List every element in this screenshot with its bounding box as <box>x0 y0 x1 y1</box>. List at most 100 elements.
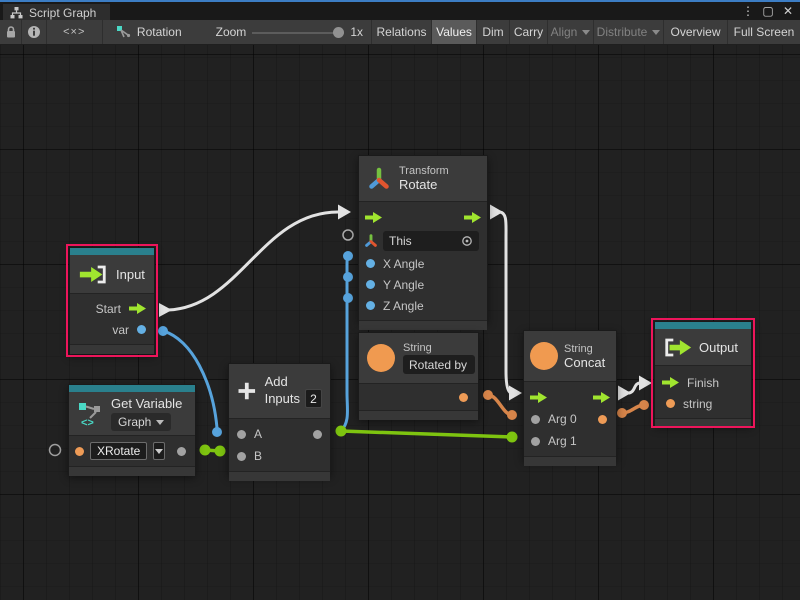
node-footer <box>70 344 154 354</box>
flow-out-port[interactable] <box>464 212 481 223</box>
unconnected-getvar-port[interactable] <box>50 445 61 456</box>
distribute-button[interactable]: Distribute <box>594 20 664 44</box>
wire-start-to-rotate[interactable] <box>159 205 351 318</box>
chevron-down-icon <box>652 30 660 35</box>
code-view-button[interactable]: <×> <box>47 20 103 44</box>
info-icon <box>27 25 41 39</box>
script-graph-window: Script Graph ⋮ ▢ ✕ <×> <box>0 0 800 600</box>
align-label: Align <box>551 25 578 39</box>
tab-title: Script Graph <box>29 6 96 20</box>
graph-canvas[interactable]: Input Start var <box>0 45 800 600</box>
value-in-port[interactable] <box>366 301 375 310</box>
input-count-badge[interactable]: 2 <box>305 389 322 408</box>
node-getvar-body: XRotate <box>69 435 195 466</box>
value-in-port[interactable] <box>366 280 375 289</box>
plus-icon <box>237 378 257 404</box>
carry-button[interactable]: Carry <box>510 20 548 44</box>
fullscreen-button[interactable]: Full Screen <box>728 20 800 44</box>
wire-add-to-angles[interactable] <box>341 251 353 431</box>
lock-button[interactable] <box>0 20 22 44</box>
titlebar: Script Graph ⋮ ▢ ✕ <box>0 0 800 20</box>
flow-in-port[interactable] <box>530 392 547 403</box>
port-label: var <box>112 323 129 337</box>
value-out-port[interactable] <box>177 447 186 456</box>
value-out-port[interactable] <box>137 325 146 334</box>
node-rotate[interactable]: Transform Rotate <box>358 155 488 322</box>
toolbar: <×> Rotation Zoom 1x Relations Values Di… <box>0 20 800 45</box>
scope-dropdown[interactable]: Graph <box>111 413 171 431</box>
value-out-port[interactable] <box>598 415 607 424</box>
values-button[interactable]: Values <box>432 20 477 44</box>
teal-bar <box>655 322 751 329</box>
node-get-variable[interactable]: <> Get Variable Graph XRotate <box>68 384 196 475</box>
variable-name-field[interactable]: XRotate <box>90 442 147 460</box>
transform-icon-small <box>364 234 378 248</box>
value-in-port[interactable] <box>531 437 540 446</box>
maximize-icon[interactable]: ▢ <box>760 3 776 19</box>
relations-button[interactable]: Relations <box>372 20 432 44</box>
wire-add-to-concat-arg1[interactable] <box>336 426 518 443</box>
node-footer <box>359 410 478 420</box>
wire-getvar-to-add-b[interactable] <box>200 445 226 457</box>
toolbar-buttons: Relations Values Dim Carry Align Distrib… <box>371 20 800 44</box>
wire-rotate-to-concat[interactable] <box>490 205 522 401</box>
target-picker-icon[interactable] <box>461 235 473 247</box>
node-output-body: Finish string <box>655 365 751 418</box>
string-type-icon <box>367 344 395 372</box>
flow-out-port[interactable] <box>129 303 146 314</box>
value-in-port[interactable] <box>666 399 675 408</box>
zoom-slider[interactable] <box>252 20 344 45</box>
zoom-control: Zoom 1x <box>208 20 371 44</box>
value-in-port[interactable] <box>366 259 375 268</box>
dim-button[interactable]: Dim <box>477 20 510 44</box>
value-out-port[interactable] <box>459 393 468 402</box>
zoom-slider-thumb[interactable] <box>333 27 344 38</box>
wire-concat-to-output-string[interactable] <box>617 400 649 418</box>
node-concat[interactable]: String Concat Arg 0 <box>523 330 617 460</box>
value-out-port[interactable] <box>313 430 322 439</box>
flow-out-port[interactable] <box>593 392 610 403</box>
window-controls: ⋮ ▢ ✕ <box>740 3 796 19</box>
this-target-field[interactable]: This <box>383 231 479 251</box>
value-in-port[interactable] <box>237 430 246 439</box>
graph-icon <box>10 7 23 19</box>
string-value-field[interactable]: Rotated by <box>403 355 475 374</box>
graph-breadcrumb[interactable]: Rotation <box>108 20 190 44</box>
node-category: Transform <box>399 165 449 177</box>
info-button[interactable] <box>22 20 46 44</box>
node-title: Input <box>116 267 145 282</box>
node-category: String <box>403 342 475 354</box>
kebab-menu-icon[interactable]: ⋮ <box>740 3 756 19</box>
close-icon[interactable]: ✕ <box>780 3 796 19</box>
node-input[interactable]: Input Start var <box>69 247 155 354</box>
node-add-body: A B <box>229 418 330 471</box>
variable-dropdown-button[interactable] <box>153 442 165 460</box>
value-in-port[interactable] <box>237 452 246 461</box>
node-string-literal[interactable]: String Rotated by <box>358 332 479 419</box>
wire-concat-to-output[interactable] <box>618 376 652 401</box>
chevron-down-icon <box>156 420 164 425</box>
node-rotate-body: This X Angle Y Angle Z Angle <box>359 201 487 320</box>
node-footer <box>69 466 195 476</box>
string-type-icon <box>530 342 558 370</box>
value-in-port[interactable] <box>75 447 84 456</box>
node-concat-header: String Concat <box>524 331 616 381</box>
node-output[interactable]: Output Finish string <box>654 321 752 425</box>
unconnected-this-port[interactable] <box>343 230 353 240</box>
node-category: String <box>564 343 605 355</box>
flow-in-port[interactable] <box>365 212 382 223</box>
port-label: Finish <box>687 376 719 390</box>
port-label: Y Angle <box>383 278 424 292</box>
node-concat-body: Arg 0 Arg 1 <box>524 381 616 456</box>
breadcrumb-label: Rotation <box>137 25 182 39</box>
value-in-port[interactable] <box>531 415 540 424</box>
chevron-down-icon <box>155 449 163 454</box>
input-icon <box>78 264 108 285</box>
distribute-label: Distribute <box>597 25 648 39</box>
zoom-label: Zoom <box>216 25 247 39</box>
node-title: Concat <box>564 355 605 370</box>
flow-in-port[interactable] <box>662 377 679 388</box>
node-add-inputs[interactable]: Add Inputs 2 A B <box>228 363 331 475</box>
align-button[interactable]: Align <box>548 20 594 44</box>
overview-button[interactable]: Overview <box>664 20 728 44</box>
